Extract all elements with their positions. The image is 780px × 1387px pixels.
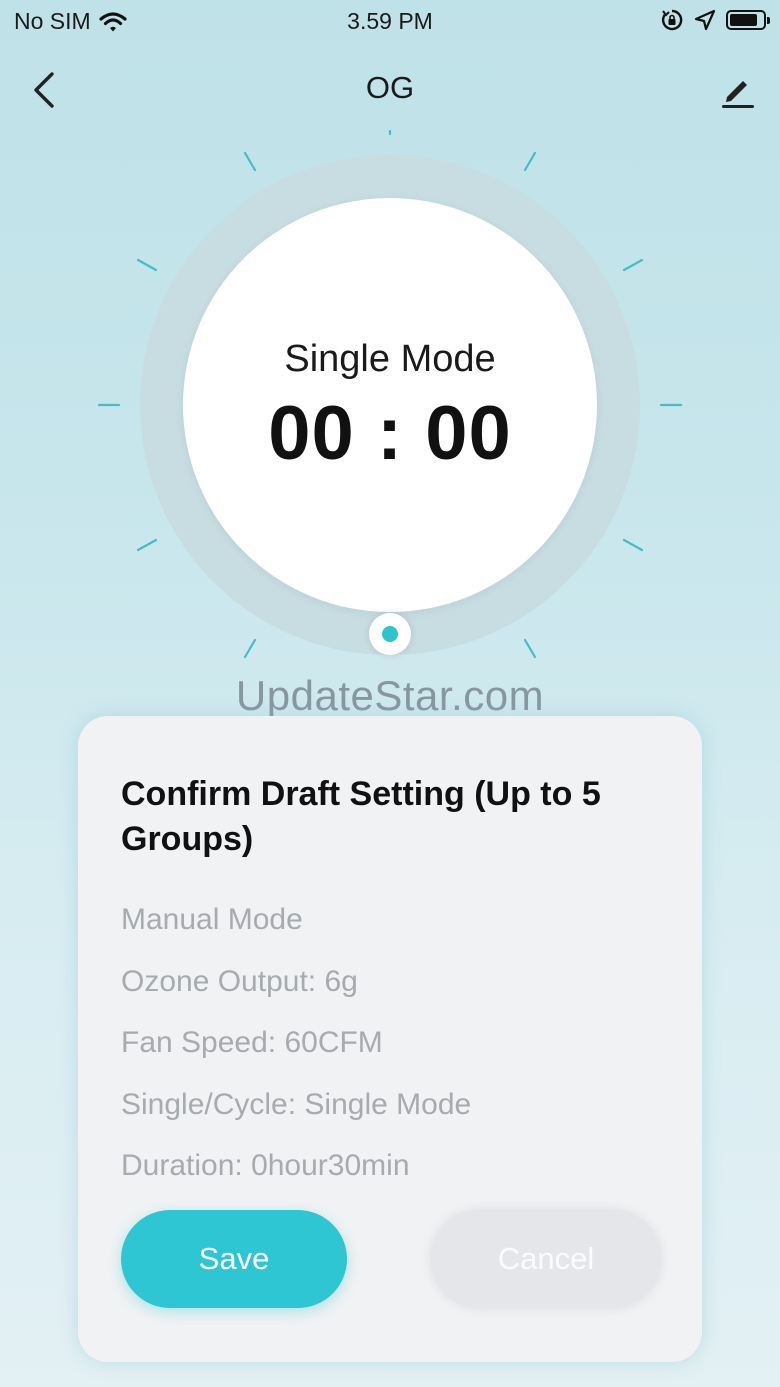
status-bar: No SIM 3.59 PM	[0, 0, 780, 44]
dial-handle[interactable]	[369, 613, 411, 655]
dial-time-readout: 00 : 00	[268, 391, 512, 476]
watermark: UpdateStar.com	[235, 672, 545, 719]
dialog-settings-list: Manual Mode Ozone Output: 6g Fan Speed: …	[121, 900, 471, 1208]
save-button[interactable]: Save	[121, 1210, 347, 1308]
setting-single-cycle: Single/Cycle: Single Mode	[121, 1087, 472, 1121]
battery-icon	[726, 10, 770, 30]
location-arrow-icon	[694, 9, 716, 31]
confirm-dialog: Confirm Draft Setting (Up to 5 Groups) M…	[78, 716, 702, 1362]
setting-duration: Duration: 0hour30min	[121, 1149, 410, 1182]
edit-pencil-icon	[722, 81, 754, 108]
page-title: OG	[365, 70, 415, 105]
dialog-title: Confirm Draft Setting (Up to 5 Groups)	[121, 775, 601, 858]
orientation-lock-icon	[661, 9, 683, 31]
edit-button[interactable]	[716, 68, 760, 112]
battery-fill	[730, 14, 757, 26]
nav-bar: OG	[0, 60, 780, 120]
setting-ozone-output: Ozone Output: 6g	[121, 964, 358, 998]
setting-mode: Manual Mode	[121, 903, 303, 936]
setting-fan-speed: Fan Speed: 60CFM	[121, 1026, 383, 1059]
dial-mode-label: Single Mode	[284, 338, 496, 380]
cancel-button[interactable]: Cancel	[431, 1210, 661, 1308]
status-right	[660, 8, 770, 32]
